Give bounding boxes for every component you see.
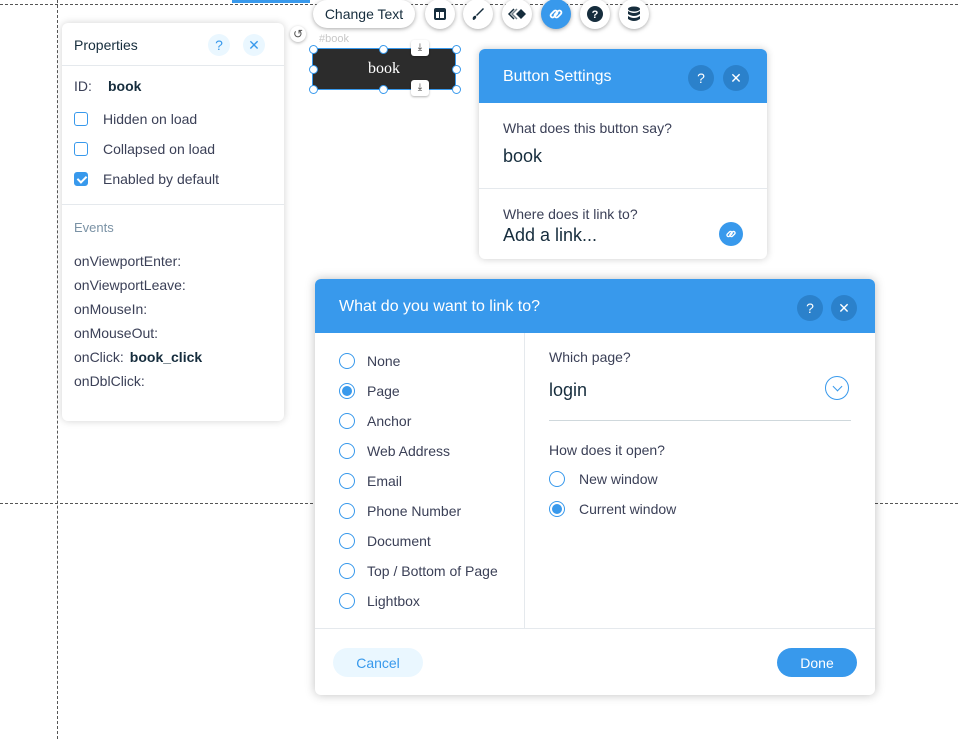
divider	[479, 188, 767, 189]
event-name: onMouseOut:	[74, 325, 159, 341]
help-icon[interactable]: ?	[688, 65, 714, 91]
radio-new-window[interactable]	[549, 471, 565, 487]
event-row[interactable]: onViewportEnter:	[74, 253, 181, 269]
button-settings-panel: Button Settings ? ✕ What does this butto…	[479, 49, 767, 259]
event-row[interactable]: onClick: book_click	[74, 349, 202, 365]
add-link-field[interactable]: Add a link...	[503, 225, 597, 246]
properties-header: Properties ? ✕	[62, 23, 284, 66]
resize-handle-l[interactable]	[309, 65, 318, 74]
option-document[interactable]: Document	[367, 533, 431, 549]
link-dialog-title: What do you want to link to?	[339, 298, 540, 315]
resize-handle-tr[interactable]	[452, 45, 461, 54]
event-row[interactable]: onDblClick:	[74, 373, 145, 389]
element-id-tag: #book	[319, 33, 349, 45]
radio-lightbox[interactable]	[339, 593, 355, 609]
link-label: Where does it link to?	[503, 206, 638, 222]
events-title: Events	[74, 220, 114, 235]
open-label: How does it open?	[549, 442, 665, 458]
event-name: onClick:	[74, 349, 124, 365]
button-settings-header: Button Settings ? ✕	[479, 49, 767, 103]
cancel-button[interactable]: Cancel	[333, 648, 423, 677]
paint-brush-icon[interactable]	[463, 0, 493, 29]
enabled-by-default-label: Enabled by default	[103, 171, 219, 187]
hidden-on-load-label: Hidden on load	[103, 111, 198, 127]
divider	[549, 420, 851, 421]
radio-phone-number[interactable]	[339, 503, 355, 519]
book-button-element[interactable]: book	[312, 48, 456, 90]
link-icon[interactable]	[719, 222, 743, 246]
hidden-on-load-checkbox[interactable]	[74, 112, 88, 126]
id-value[interactable]: book	[108, 78, 141, 94]
svg-text:?: ?	[592, 9, 599, 21]
event-row[interactable]: onViewportLeave:	[74, 277, 186, 293]
which-page-label: Which page?	[549, 349, 631, 365]
close-icon[interactable]: ✕	[243, 34, 265, 56]
chevron-down-icon[interactable]	[825, 376, 849, 400]
collapsed-on-load-checkbox[interactable]	[74, 142, 88, 156]
event-name: onMouseIn:	[74, 301, 148, 317]
animation-icon[interactable]	[502, 0, 532, 29]
event-name: onViewportEnter:	[74, 253, 182, 269]
radio-current-window[interactable]	[549, 501, 565, 517]
close-icon[interactable]: ✕	[831, 295, 857, 321]
radio-page[interactable]	[339, 383, 355, 399]
enabled-by-default-checkbox[interactable]	[74, 172, 88, 186]
download-icon[interactable]: ⤓	[411, 40, 429, 56]
option-lightbox[interactable]: Lightbox	[367, 593, 420, 609]
collapsed-on-load-label: Collapsed on load	[103, 141, 216, 157]
option-web-address[interactable]: Web Address	[367, 443, 450, 459]
resize-handle-br[interactable]	[452, 85, 461, 94]
link-dialog-header: What do you want to link to? ? ✕	[315, 279, 875, 333]
database-icon[interactable]	[619, 0, 649, 29]
help-icon[interactable]: ?	[208, 34, 230, 56]
resize-handle-t[interactable]	[379, 45, 388, 54]
event-handler[interactable]: book_click	[130, 349, 202, 365]
option-phone-number[interactable]: Phone Number	[367, 503, 461, 519]
close-icon[interactable]: ✕	[723, 65, 749, 91]
option-top-bottom[interactable]: Top / Bottom of Page	[367, 563, 498, 579]
radio-email[interactable]	[339, 473, 355, 489]
dialog-footer	[315, 628, 875, 629]
option-email[interactable]: Email	[367, 473, 402, 489]
button-text-label: What does this button say?	[503, 120, 672, 136]
download-icon[interactable]: ⤓	[411, 80, 429, 96]
radio-none[interactable]	[339, 353, 355, 369]
option-current-window[interactable]: Current window	[579, 501, 676, 517]
help-icon[interactable]: ?	[797, 295, 823, 321]
page-dropdown[interactable]: login	[549, 380, 587, 401]
properties-title: Properties	[74, 37, 138, 53]
link-dialog: What do you want to link to? ? ✕ None Pa…	[315, 279, 875, 695]
properties-panel: Properties ? ✕ ID: book Hidden on load C…	[62, 23, 284, 421]
radio-top-bottom[interactable]	[339, 563, 355, 579]
resize-handle-r[interactable]	[452, 65, 461, 74]
help-icon[interactable]: ?	[580, 0, 610, 29]
canvas-guide-left	[57, 0, 58, 739]
rotate-icon[interactable]: ↺	[290, 26, 306, 42]
resize-handle-tl[interactable]	[309, 45, 318, 54]
id-label: ID:	[74, 78, 92, 94]
option-new-window[interactable]: New window	[579, 471, 658, 487]
event-name: onViewportLeave:	[74, 277, 186, 293]
resize-handle-bl[interactable]	[309, 85, 318, 94]
radio-anchor[interactable]	[339, 413, 355, 429]
radio-web-address[interactable]	[339, 443, 355, 459]
done-button[interactable]: Done	[777, 648, 857, 677]
resize-handle-b[interactable]	[379, 85, 388, 94]
option-anchor[interactable]: Anchor	[367, 413, 411, 429]
event-row[interactable]: onMouseIn:	[74, 301, 147, 317]
option-page[interactable]: Page	[367, 383, 400, 399]
event-name: onDblClick:	[74, 373, 145, 389]
option-none[interactable]: None	[367, 353, 400, 369]
divider	[62, 204, 284, 205]
button-text-input[interactable]: book	[503, 146, 542, 167]
link-icon[interactable]	[541, 0, 571, 29]
event-row[interactable]: onMouseOut:	[74, 325, 158, 341]
radio-document[interactable]	[339, 533, 355, 549]
top-selection-strip	[232, 0, 310, 3]
layout-icon[interactable]	[425, 0, 455, 29]
change-text-button[interactable]: Change Text	[313, 0, 415, 28]
button-settings-title: Button Settings	[503, 68, 612, 85]
